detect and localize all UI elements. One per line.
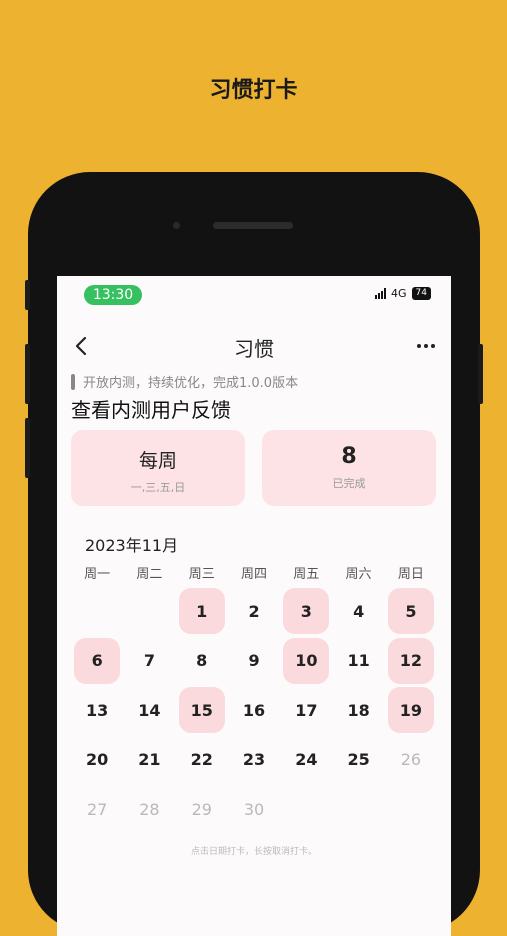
calendar-day[interactable]: 11: [336, 638, 382, 684]
weekday-label: 周六: [345, 567, 372, 582]
calendar-day-checked[interactable]: 15: [178, 687, 225, 733]
weekday-label: 周一: [84, 567, 111, 582]
calendar-day-checked[interactable]: 3: [283, 588, 330, 634]
calendar-day[interactable]: 9: [231, 638, 277, 684]
more-options-icon[interactable]: [417, 344, 435, 348]
volume-down-button: [25, 418, 30, 478]
calendar-day[interactable]: 20: [74, 737, 120, 783]
nav-title: 习惯: [234, 337, 274, 361]
calendar-day[interactable]: 23: [231, 737, 277, 783]
weekday-label: 周三: [188, 567, 215, 582]
calendar-day[interactable]: 25: [336, 737, 382, 783]
frequency-card: 每周 一,三,五,日: [71, 430, 245, 506]
calendar-day[interactable]: 2: [231, 588, 277, 634]
weekday-label: 周二: [136, 567, 163, 582]
calendar-month-label: 2023年11月: [85, 536, 179, 555]
calendar-day[interactable]: 8: [179, 638, 225, 684]
promo-headline: 习惯打卡: [209, 78, 298, 103]
phone-frame: 13:30 4G 74 习惯 开放内测，持续优化，完成1.0.0版本 查看内测用…: [25, 172, 483, 936]
weekday-label: 周日: [397, 567, 424, 582]
notice-line: 开放内测，持续优化，完成1.0.0版本: [71, 372, 298, 391]
volume-up-button: [25, 344, 30, 404]
mute-switch: [25, 280, 30, 310]
calendar-day[interactable]: 4: [336, 588, 382, 634]
calendar-day: 27: [86, 799, 108, 819]
calendar-day-checked[interactable]: 19: [387, 687, 434, 733]
calendar-day[interactable]: 21: [126, 737, 172, 783]
weekday-label: 周四: [240, 567, 267, 582]
habit-title: 查看内测用户反馈: [71, 398, 231, 422]
weekday-label: 周五: [293, 567, 320, 582]
calendar-day: 26: [400, 750, 422, 769]
earpiece-speaker: [213, 222, 293, 229]
completed-label: 已完成: [332, 477, 366, 490]
calendar-day[interactable]: 24: [283, 737, 329, 783]
notice-accent-bar: [71, 373, 75, 390]
calendar-day-checked[interactable]: 12: [387, 637, 434, 684]
power-button: [478, 344, 483, 404]
calendar-day[interactable]: 13: [74, 687, 120, 733]
notice-text: 开放内测，持续优化，完成1.0.0版本: [83, 376, 299, 391]
calendar-day[interactable]: 7: [126, 638, 172, 684]
app-screen: 13:30 4G 74 习惯 开放内测，持续优化，完成1.0.0版本 查看内测用…: [57, 276, 451, 936]
calendar-day: 30: [243, 799, 265, 819]
calendar-day[interactable]: 14: [126, 687, 172, 733]
status-indicators: 4G 74: [375, 287, 431, 300]
calendar-weekday-header: 周一 周二 周三 周四 周五 周六 周日: [71, 563, 437, 582]
calendar-day[interactable]: 17: [283, 687, 329, 733]
calendar-day[interactable]: 18: [336, 687, 382, 733]
calendar-day: 29: [191, 799, 212, 819]
calendar-day-checked[interactable]: 6: [74, 637, 121, 684]
calendar-day-checked[interactable]: 1: [178, 588, 225, 634]
front-camera: [173, 222, 180, 229]
usage-hint: 点击日期打卡，长按取消打卡。: [190, 847, 317, 857]
completed-card: 8 已完成: [262, 430, 436, 506]
signal-icon: [375, 288, 387, 299]
frequency-label: 每周: [138, 450, 177, 472]
calendar-day[interactable]: 22: [179, 737, 225, 783]
battery-icon: 74: [411, 287, 431, 300]
calendar-day: 28: [139, 799, 160, 819]
status-time: 13:30: [84, 285, 142, 305]
completed-count: 8: [341, 444, 357, 469]
calendar-day[interactable]: 16: [231, 687, 277, 733]
calendar-day-checked[interactable]: 5: [387, 588, 434, 634]
nav-bar: 习惯: [57, 328, 451, 364]
calendar-day-checked[interactable]: 10: [283, 637, 330, 684]
frequency-days: 一,三,五,日: [130, 481, 186, 494]
network-type: 4G: [391, 287, 407, 300]
